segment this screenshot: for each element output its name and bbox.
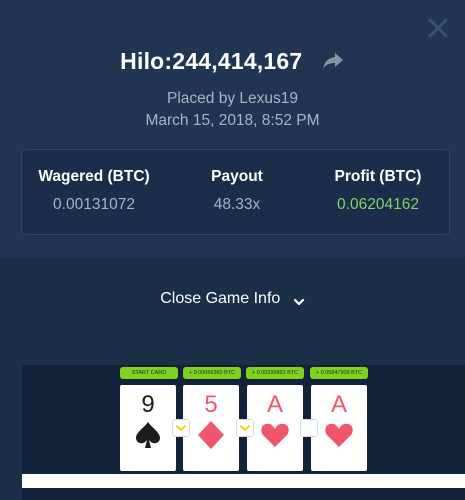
wagered-stat: Wagered (BTC) 0.00131072 — [24, 168, 164, 214]
payout-value: 48.33x — [213, 196, 261, 213]
guess-same-marker — [300, 419, 318, 437]
card-rank: 5 — [204, 391, 218, 418]
card-profit-badge: + 0.05847908 BTC — [310, 367, 368, 379]
share-icon[interactable] — [321, 51, 345, 71]
table-bottom — [22, 488, 465, 500]
card-rank: A — [266, 391, 283, 418]
table-floor — [22, 474, 465, 488]
chevron-down-icon — [293, 294, 305, 306]
chevron-down-icon — [176, 425, 186, 431]
spade-icon — [136, 422, 160, 448]
bet-title: Hilo:244,414,167 — [120, 48, 303, 74]
wagered-value: 0.00131072 — [53, 196, 135, 213]
diamond-icon — [198, 421, 224, 449]
close-game-info-button[interactable]: Close Game Info — [0, 290, 465, 308]
placed-by: Placed by Lexus19 — [167, 90, 298, 107]
profit-value: 0.06204162 — [337, 196, 419, 213]
payout-label: Payout — [211, 168, 263, 185]
close-icon[interactable] — [424, 14, 452, 42]
guess-lower-marker — [236, 419, 254, 437]
card-rank: A — [330, 391, 347, 418]
wagered-label: Wagered (BTC) — [38, 168, 150, 185]
chevron-down-icon — [240, 425, 250, 431]
payout-stat: Payout 48.33x — [167, 168, 307, 214]
profit-stat: Profit (BTC) 0.06204162 — [308, 168, 448, 214]
playing-card: 5 — [183, 385, 239, 471]
card-profit-badge: + 0.00056360 BTC — [183, 367, 241, 379]
playing-card: A — [247, 385, 303, 471]
title-row: Hilo:244,414,167 — [0, 44, 465, 78]
stats-card: Wagered (BTC) 0.00131072 Payout 48.33x P… — [21, 149, 450, 235]
close-game-info-label: Close Game Info — [160, 290, 281, 307]
card-profit-badge: + 0.00299892 BTC — [246, 367, 304, 379]
card-rank: 9 — [141, 391, 155, 418]
heart-icon — [261, 423, 289, 447]
playing-card: A — [311, 385, 367, 471]
playing-card: 9 — [120, 385, 176, 471]
heart-icon — [325, 423, 353, 447]
guess-lower-marker — [172, 419, 190, 437]
placed-date: March 15, 2018, 8:52 PM — [145, 112, 320, 129]
profit-label: Profit (BTC) — [334, 168, 422, 185]
start-card-badge: START CARD — [120, 367, 178, 379]
